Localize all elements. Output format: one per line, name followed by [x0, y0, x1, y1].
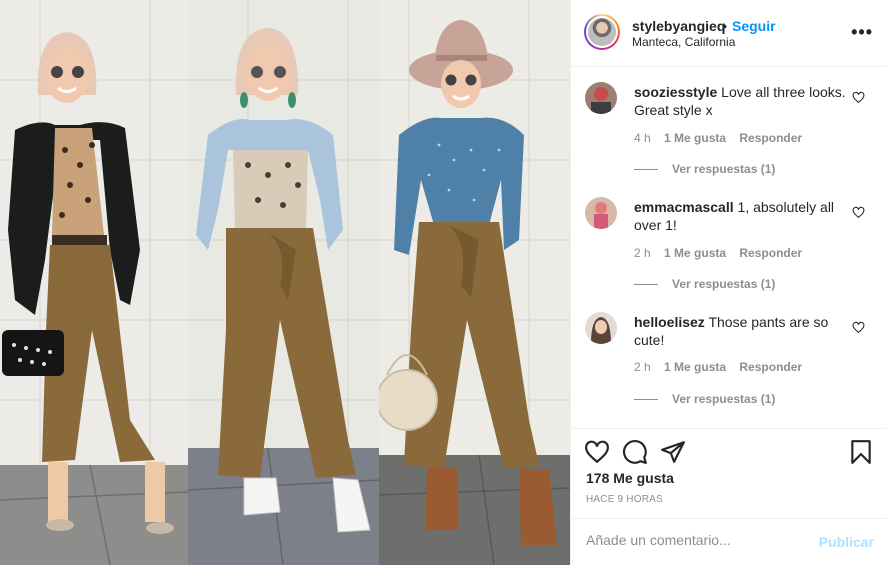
comment-like-heart-icon[interactable]: [852, 321, 865, 334]
view-replies-label: Ver respuestas (1): [672, 162, 776, 176]
commenter-username[interactable]: sooziesstyle: [634, 84, 717, 100]
view-replies-button[interactable]: Ver respuestas (1): [634, 162, 775, 176]
comment-likes[interactable]: 1 Me gusta: [664, 131, 726, 145]
replies-divider-line: [634, 283, 658, 285]
share-plane-icon[interactable]: [660, 439, 686, 465]
comment-input[interactable]: [586, 532, 806, 548]
comment-likes[interactable]: 1 Me gusta: [664, 246, 726, 260]
comment-age[interactable]: 2 h: [634, 360, 651, 374]
reply-button[interactable]: Responder: [739, 360, 802, 374]
comment-meta: 2 h 1 Me gusta Responder: [634, 360, 812, 374]
commenter-avatar[interactable]: [585, 82, 617, 114]
comment-age[interactable]: 2 h: [634, 246, 651, 260]
replies-divider-line: [634, 398, 658, 400]
view-replies-label: Ver respuestas (1): [672, 392, 776, 406]
post-photo[interactable]: [0, 0, 570, 565]
comments-list[interactable]: sooziesstyle Love all three looks. Great…: [571, 68, 886, 428]
publish-button[interactable]: Publicar: [819, 534, 874, 550]
commenter-avatar[interactable]: [585, 312, 617, 344]
comment-text: emmacmascall 1, absolutely all over 1!: [634, 198, 849, 234]
instagram-post: stylebyangieq • Seguir Manteca, Californ…: [0, 0, 886, 565]
reply-button[interactable]: Responder: [739, 246, 802, 260]
post-location[interactable]: Manteca, California: [632, 35, 735, 49]
author-username[interactable]: stylebyangieq: [632, 18, 725, 34]
commenter-username[interactable]: helloelisez: [634, 314, 705, 330]
like-heart-icon[interactable]: [584, 439, 610, 465]
comment-bubble-icon[interactable]: [622, 439, 648, 465]
post-time[interactable]: HACE 9 HORAS: [586, 494, 663, 505]
view-replies-label: Ver respuestas (1): [672, 277, 776, 291]
more-options-icon[interactable]: •••: [851, 22, 873, 43]
comment-meta: 2 h 1 Me gusta Responder: [634, 246, 812, 260]
separator-dot: •: [722, 18, 727, 34]
follow-button[interactable]: Seguir: [732, 18, 776, 34]
add-comment-bar: Publicar: [571, 518, 886, 565]
commenter-avatar[interactable]: [585, 197, 617, 229]
comment-likes[interactable]: 1 Me gusta: [664, 360, 726, 374]
comment-like-heart-icon[interactable]: [852, 206, 865, 219]
view-replies-button[interactable]: Ver respuestas (1): [634, 392, 775, 406]
action-bar: [571, 428, 886, 472]
comment-text: helloelisez Those pants are so cute!: [634, 313, 849, 349]
comment-text: sooziesstyle Love all three looks. Great…: [634, 83, 849, 119]
post-sidebar: stylebyangieq • Seguir Manteca, Californ…: [570, 0, 886, 565]
author-avatar[interactable]: [584, 14, 620, 50]
replies-divider-line: [634, 168, 658, 170]
save-bookmark-icon[interactable]: [848, 439, 874, 465]
commenter-username[interactable]: emmacmascall: [634, 199, 734, 215]
post-header: stylebyangieq • Seguir Manteca, Californ…: [571, 0, 886, 67]
photo-panel-2: [188, 0, 379, 565]
comment-like-heart-icon[interactable]: [852, 91, 865, 104]
likes-count[interactable]: 178 Me gusta: [586, 470, 674, 486]
photo-panel-1: [0, 0, 188, 565]
reply-button[interactable]: Responder: [739, 131, 802, 145]
view-replies-button[interactable]: Ver respuestas (1): [634, 277, 775, 291]
comment-meta: 4 h 1 Me gusta Responder: [634, 131, 812, 145]
photo-panel-3: [379, 0, 570, 565]
comment-age[interactable]: 4 h: [634, 131, 651, 145]
